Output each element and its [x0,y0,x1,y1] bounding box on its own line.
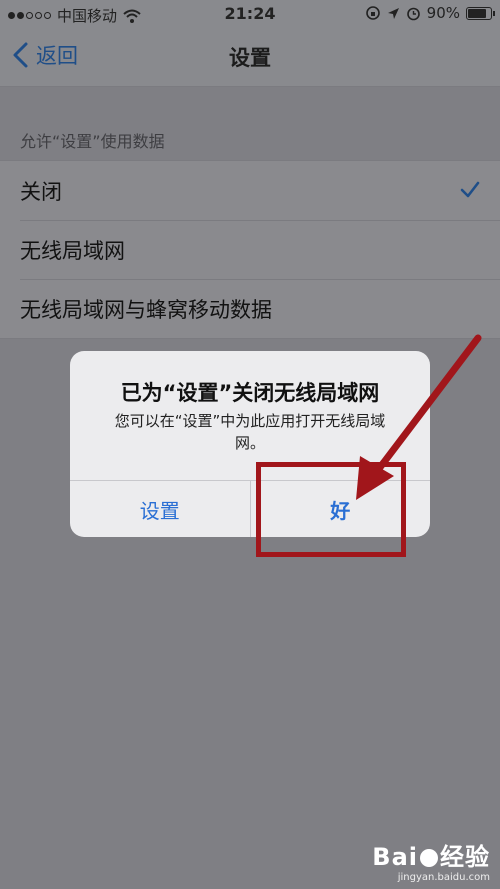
option-wlan-cellular[interactable]: 无线局域网与蜂窝移动数据 [0,279,500,338]
watermark: Bai 经验 jingyan.baidu.com [372,837,490,883]
alarm-icon [406,7,420,20]
status-bar: 中国移动 21:24 90% [0,0,500,28]
battery-percentage: 90% [426,4,460,22]
option-label: 关闭 [20,180,62,204]
battery-icon [466,6,495,20]
section-header: 允许“设置”使用数据 [20,132,165,151]
watermark-logo: Bai 经验 [372,843,490,871]
status-right: 90% [365,4,495,22]
alert-settings-button[interactable]: 设置 [70,481,251,537]
location-icon [387,7,399,19]
option-label: 无线局域网 [20,239,125,263]
watermark-url: jingyan.baidu.com [397,872,490,883]
navigation-bar: 返回 设置 [0,28,500,87]
battery-level [468,8,486,18]
page-title: 设置 [229,46,271,70]
checkmark-icon [460,181,480,198]
option-label: 无线局域网与蜂窝移动数据 [20,298,272,322]
annotation-highlight-box [256,462,406,557]
alert-message: 您可以在“设置”中为此应用打开无线局域网。 [114,412,386,452]
alert-title: 已为“设置”关闭无线局域网 [120,381,380,405]
paw-icon [420,849,438,867]
data-usage-options: 关闭 无线局域网 无线局域网与蜂窝移动数据 [0,160,500,339]
option-wlan[interactable]: 无线局域网 [0,220,500,279]
option-off[interactable]: 关闭 [0,161,500,220]
rotation-lock-icon [365,6,380,20]
